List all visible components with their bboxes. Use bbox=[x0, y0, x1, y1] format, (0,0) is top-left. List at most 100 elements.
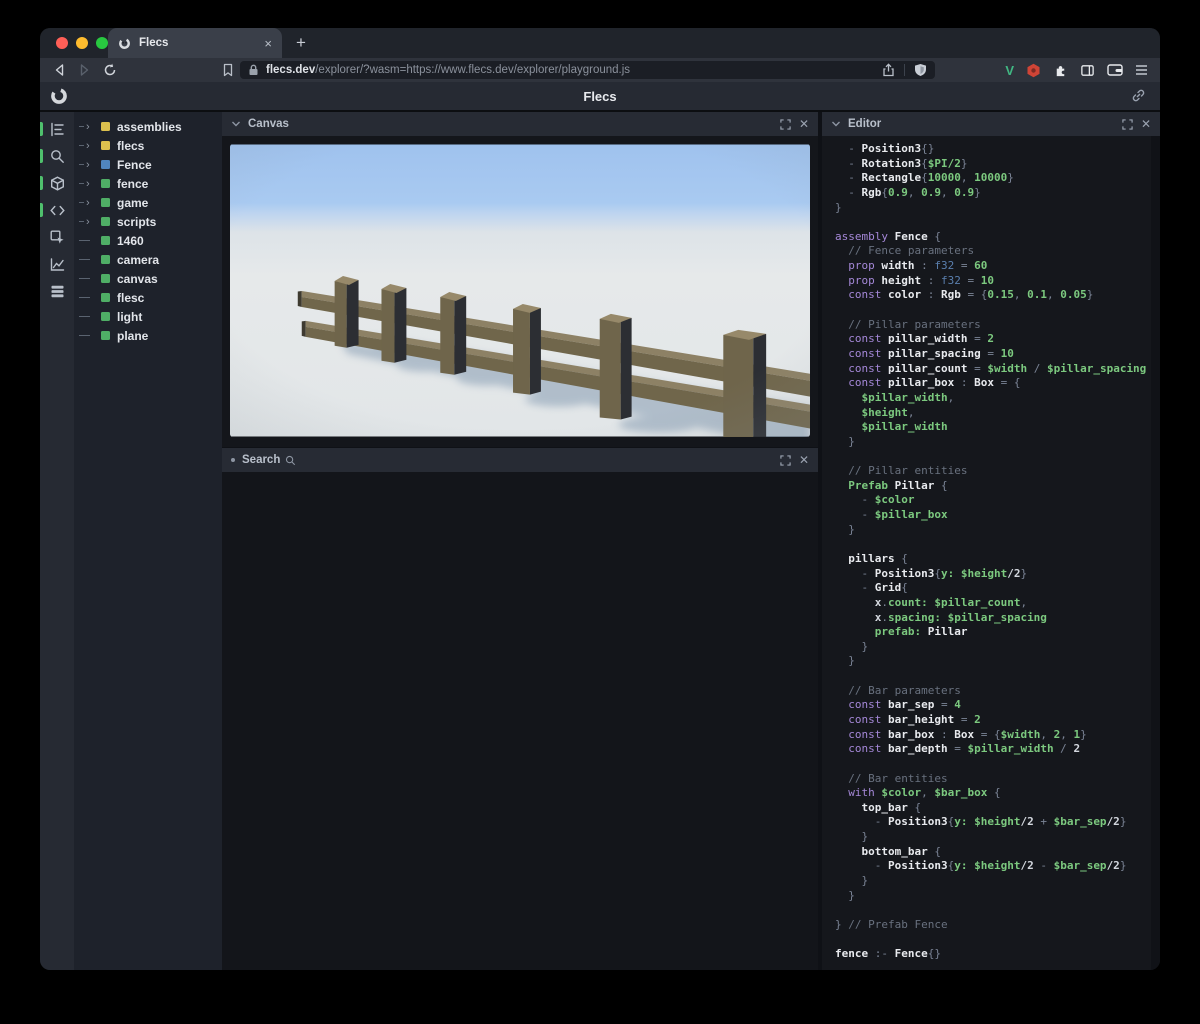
back-button[interactable] bbox=[52, 62, 68, 78]
tree-item-plane[interactable]: plane bbox=[74, 326, 222, 345]
code-line[interactable]: - Rgb{0.9, 0.9, 0.9} bbox=[835, 186, 1146, 201]
code-line[interactable]: - Position3{y: $height/2 + $bar_sep/2} bbox=[835, 815, 1146, 830]
tree-item-1460[interactable]: 1460 bbox=[74, 231, 222, 250]
code-line[interactable]: } bbox=[835, 523, 1146, 538]
code-line[interactable]: } bbox=[835, 654, 1146, 669]
code-line[interactable]: const color : Rgb = {0.15, 0.1, 0.05} bbox=[835, 288, 1146, 303]
rail-item-hierarchy-icon[interactable] bbox=[40, 116, 74, 143]
panel-collapsed-dot-icon[interactable] bbox=[231, 458, 235, 462]
code-line[interactable]: prefab: Pillar bbox=[835, 625, 1146, 640]
code-line[interactable]: $height, bbox=[835, 406, 1146, 421]
rail-item-search-icon[interactable] bbox=[40, 143, 74, 170]
tree-item-flecs[interactable]: ›flecs bbox=[74, 136, 222, 155]
code-line[interactable]: const bar_depth = $pillar_width / 2 bbox=[835, 742, 1146, 757]
tree-item-game[interactable]: ›game bbox=[74, 193, 222, 212]
code-line[interactable]: // Pillar parameters bbox=[835, 318, 1146, 333]
fullscreen-icon[interactable] bbox=[780, 455, 791, 466]
chevron-down-icon[interactable] bbox=[831, 120, 841, 128]
forward-button[interactable] bbox=[76, 62, 92, 78]
code-line[interactable]: // Pillar entities bbox=[835, 464, 1146, 479]
tree-item-light[interactable]: light bbox=[74, 307, 222, 326]
rail-item-chart-icon[interactable] bbox=[40, 251, 74, 278]
new-tab-button[interactable]: + bbox=[290, 32, 312, 54]
code-line[interactable]: const bar_height = 2 bbox=[835, 713, 1146, 728]
adblock-extension-icon[interactable] bbox=[1026, 63, 1041, 78]
tree-item-flesc[interactable]: flesc bbox=[74, 288, 222, 307]
code-line[interactable]: } bbox=[835, 435, 1146, 450]
tree-item-Fence[interactable]: ›Fence bbox=[74, 155, 222, 174]
code-line[interactable]: $pillar_width, bbox=[835, 391, 1146, 406]
code-line[interactable] bbox=[835, 215, 1146, 230]
tree-item-canvas[interactable]: canvas bbox=[74, 269, 222, 288]
rail-item-inspect-icon[interactable] bbox=[40, 224, 74, 251]
code-line[interactable] bbox=[835, 449, 1146, 464]
code-line[interactable]: - Rotation3{$PI/2} bbox=[835, 157, 1146, 172]
menu-button[interactable] bbox=[1135, 64, 1148, 76]
tree-item-scripts[interactable]: ›scripts bbox=[74, 212, 222, 231]
close-window-button[interactable] bbox=[56, 37, 68, 49]
fullscreen-icon[interactable] bbox=[780, 119, 791, 130]
code-line[interactable]: prop height : f32 = 10 bbox=[835, 274, 1146, 289]
rail-item-rows-icon[interactable] bbox=[40, 278, 74, 305]
code-line[interactable]: fence :- Fence{} bbox=[835, 947, 1146, 962]
expand-arrow-icon[interactable]: › bbox=[79, 217, 101, 227]
code-line[interactable] bbox=[835, 303, 1146, 318]
tree-item-assemblies[interactable]: ›assemblies bbox=[74, 117, 222, 136]
code-line[interactable] bbox=[835, 537, 1146, 552]
zoom-window-button[interactable] bbox=[96, 37, 108, 49]
share-icon[interactable] bbox=[882, 63, 895, 77]
vue-devtools-icon[interactable]: V bbox=[1005, 63, 1014, 78]
code-line[interactable]: assembly Fence { bbox=[835, 230, 1146, 245]
code-line[interactable]: bottom_bar { bbox=[835, 845, 1146, 860]
close-icon[interactable]: ✕ bbox=[799, 118, 809, 130]
code-line[interactable]: $pillar_width bbox=[835, 420, 1146, 435]
expand-arrow-icon[interactable]: › bbox=[79, 141, 101, 151]
code-line[interactable]: // Bar parameters bbox=[835, 684, 1146, 699]
code-line[interactable]: const bar_box : Box = {$width, 2, 1} bbox=[835, 728, 1146, 743]
code-line[interactable]: const pillar_width = 2 bbox=[835, 332, 1146, 347]
minimize-window-button[interactable] bbox=[76, 37, 88, 49]
share-link-icon[interactable] bbox=[1131, 88, 1146, 103]
tab-close-button[interactable]: × bbox=[264, 37, 272, 50]
rail-item-cube-icon[interactable] bbox=[40, 170, 74, 197]
code-line[interactable]: const pillar_count = $width / $pillar_sp… bbox=[835, 362, 1146, 377]
expand-arrow-icon[interactable]: › bbox=[79, 198, 101, 208]
search-panel-header[interactable]: Search ✕ bbox=[222, 448, 818, 472]
code-line[interactable]: const bar_sep = 4 bbox=[835, 698, 1146, 713]
code-line[interactable] bbox=[835, 669, 1146, 684]
code-line[interactable]: } bbox=[835, 874, 1146, 889]
code-line[interactable]: } bbox=[835, 830, 1146, 845]
canvas-panel-header[interactable]: Canvas ✕ bbox=[222, 112, 818, 136]
code-line[interactable]: const pillar_spacing = 10 bbox=[835, 347, 1146, 362]
code-line[interactable] bbox=[835, 757, 1146, 772]
code-line[interactable]: - $color bbox=[835, 493, 1146, 508]
code-line[interactable]: } bbox=[835, 640, 1146, 655]
code-editor[interactable]: - Position3{} - Rotation3{$PI/2} - Recta… bbox=[822, 136, 1160, 970]
code-line[interactable]: - Rectangle{10000, 10000} bbox=[835, 171, 1146, 186]
editor-panel-header[interactable]: Editor ✕ bbox=[822, 112, 1160, 136]
shield-icon[interactable] bbox=[914, 63, 927, 77]
code-line[interactable]: pillars { bbox=[835, 552, 1146, 567]
code-line[interactable]: - Grid{ bbox=[835, 581, 1146, 596]
canvas-3d-viewport[interactable] bbox=[230, 144, 810, 437]
reload-button[interactable] bbox=[102, 62, 118, 78]
editor-scrollbar[interactable] bbox=[1151, 136, 1160, 970]
bookmark-icon[interactable] bbox=[220, 62, 236, 78]
code-line[interactable] bbox=[835, 903, 1146, 918]
chevron-down-icon[interactable] bbox=[231, 120, 241, 128]
code-line[interactable]: x.spacing: $pillar_spacing bbox=[835, 611, 1146, 626]
url-bar[interactable]: flecs.dev/explorer/?wasm=https://www.fle… bbox=[240, 61, 935, 79]
close-icon[interactable]: ✕ bbox=[1141, 118, 1151, 130]
code-line[interactable]: } bbox=[835, 201, 1146, 216]
expand-arrow-icon[interactable]: › bbox=[79, 122, 101, 132]
code-line[interactable]: prop width : f32 = 60 bbox=[835, 259, 1146, 274]
code-line[interactable]: top_bar { bbox=[835, 801, 1146, 816]
code-line[interactable]: const pillar_box : Box = { bbox=[835, 376, 1146, 391]
expand-arrow-icon[interactable]: › bbox=[79, 179, 101, 189]
extensions-puzzle-icon[interactable] bbox=[1053, 63, 1068, 78]
code-line[interactable]: with $color, $bar_box { bbox=[835, 786, 1146, 801]
tree-item-fence[interactable]: ›fence bbox=[74, 174, 222, 193]
code-line[interactable]: - $pillar_box bbox=[835, 508, 1146, 523]
code-line[interactable]: } bbox=[835, 889, 1146, 904]
sidebar-toggle-icon[interactable] bbox=[1080, 63, 1095, 78]
